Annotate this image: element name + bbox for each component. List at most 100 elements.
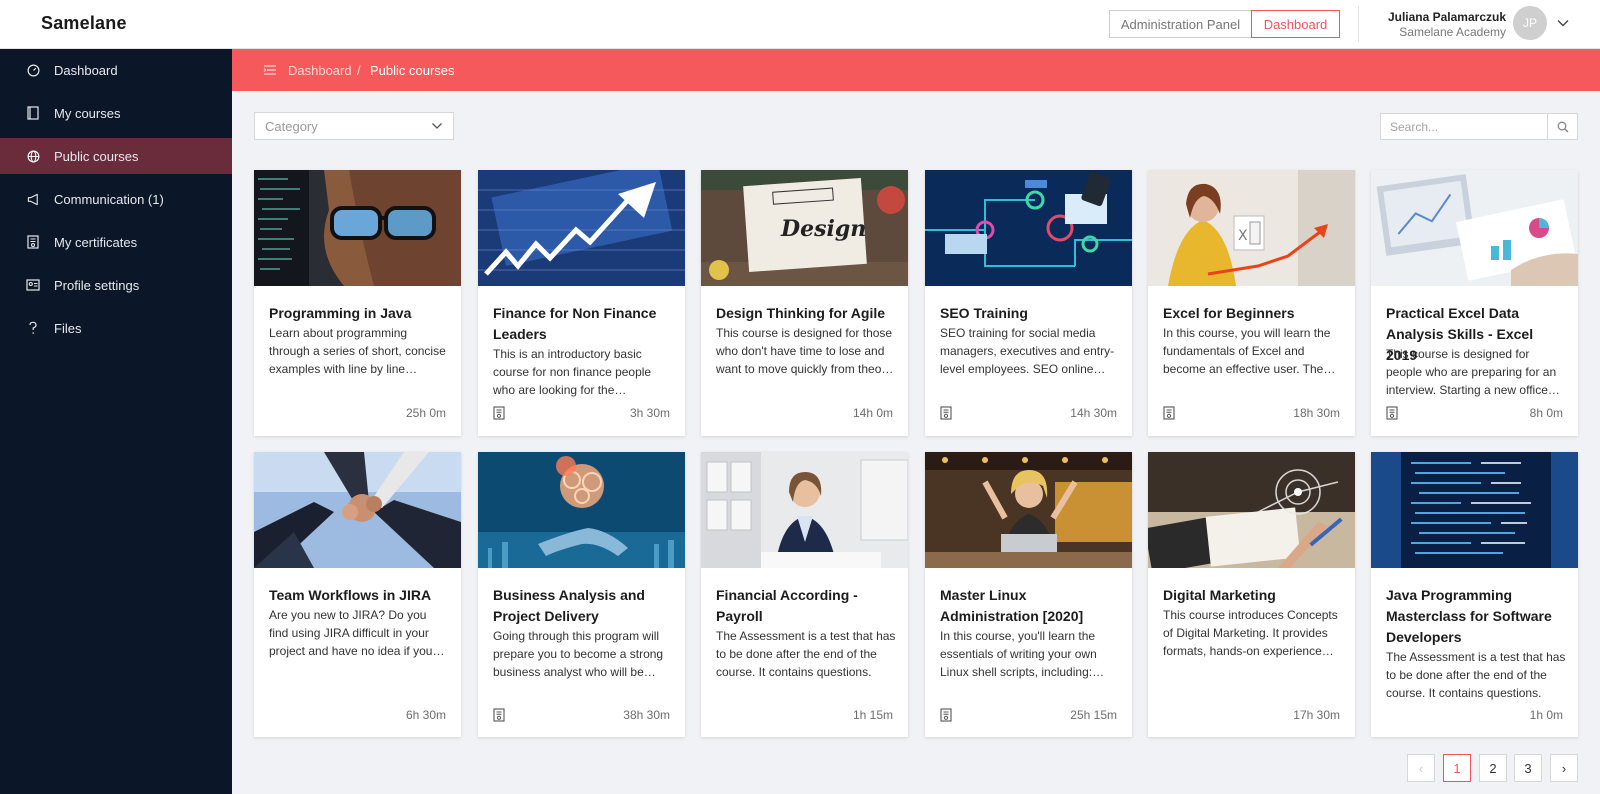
course-duration: 14h 30m (1070, 406, 1117, 420)
course-card[interactable]: Business Analysis and Project Delivery G… (478, 452, 685, 737)
course-duration: 8h 0m (1529, 406, 1563, 420)
sidebar-item-profile-settings[interactable]: Profile settings (0, 267, 232, 303)
search-icon (1557, 121, 1568, 132)
course-description: In this course, you will learn the funda… (1163, 326, 1331, 376)
course-duration: 14h 0m (852, 406, 893, 420)
course-thumbnail (1148, 452, 1355, 568)
course-thumbnail (478, 452, 685, 568)
chevron-down-icon[interactable] (1556, 16, 1570, 30)
id-card-icon (26, 278, 40, 292)
dashboard-button[interactable]: Dashboard (1251, 10, 1340, 38)
course-card[interactable]: Financial According - Payroll The Assess… (701, 452, 908, 737)
course-duration: 1h 15m (852, 708, 893, 722)
user-name[interactable]: Juliana Palamarczuk (1388, 10, 1506, 24)
course-card[interactable]: Finance for Non Finance Leaders This is … (478, 170, 685, 436)
pagination-page-1[interactable]: 1 (1443, 754, 1471, 782)
course-duration: 18h 30m (1293, 406, 1340, 420)
dashboard-icon (26, 63, 40, 77)
course-title[interactable]: Excel for Beginners (1163, 303, 1343, 324)
course-thumbnail (701, 452, 908, 568)
course-card[interactable]: Master Linux Administration [2020] In th… (925, 452, 1132, 737)
course-thumbnail (1371, 452, 1578, 568)
pagination-page-2[interactable]: 2 (1479, 754, 1507, 782)
pagination-prev-button[interactable]: ‹ (1407, 754, 1435, 782)
user-organization: Samelane Academy (1399, 25, 1506, 39)
course-title[interactable]: Java Programming Masterclass for Softwar… (1386, 585, 1566, 648)
certificate-icon (26, 235, 40, 249)
course-title[interactable]: Financial According - Payroll (716, 585, 896, 627)
course-title[interactable]: Digital Marketing (1163, 585, 1343, 606)
sidebar-item-communication[interactable]: Communication (1) (0, 181, 232, 217)
svg-text:Design: Design (780, 216, 866, 242)
course-card[interactable]: Java Programming Masterclass for Softwar… (1371, 452, 1578, 737)
sidebar-item-files[interactable]: Files (0, 310, 232, 346)
course-description: The Assessment is a test that has to be … (716, 629, 896, 679)
chevron-down-icon (432, 123, 442, 129)
category-placeholder: Category (265, 118, 318, 134)
sidebar-item-label: Profile settings (54, 278, 140, 293)
course-title[interactable]: Master Linux Administration [2020] (940, 585, 1120, 627)
course-thumbnail (254, 170, 461, 286)
course-duration: 25h 15m (1070, 708, 1117, 722)
certificate-icon (1163, 406, 1175, 420)
sidebar-item-label: Public courses (54, 149, 139, 164)
course-card[interactable]: SEO Training SEO training for social med… (925, 170, 1132, 436)
course-card[interactable]: Programming in Java Learn about programm… (254, 170, 461, 436)
course-title[interactable]: Finance for Non Finance Leaders (493, 303, 673, 345)
sidebar-item-my-certificates[interactable]: My certificates (0, 224, 232, 260)
breadcrumb-current: Public courses (370, 63, 455, 78)
sidebar-item-label: Dashboard (54, 63, 118, 78)
sidebar-item-dashboard[interactable]: Dashboard (0, 52, 232, 88)
course-card[interactable]: Team Workflows in JIRA Are you new to JI… (254, 452, 461, 737)
certificate-icon (493, 708, 505, 722)
course-thumbnail: Design (701, 170, 908, 286)
course-thumbnail (478, 170, 685, 286)
search-input[interactable] (1380, 113, 1548, 140)
course-thumbnail (254, 452, 461, 568)
breadcrumb-separator: / (357, 63, 361, 78)
course-thumbnail (1371, 170, 1578, 286)
certificate-icon (1386, 406, 1398, 420)
menu-icon[interactable] (263, 63, 277, 77)
sidebar-item-public-courses[interactable]: Public courses (0, 138, 232, 174)
course-duration: 17h 30m (1293, 708, 1340, 722)
certificate-icon (940, 406, 952, 420)
pagination-next-button[interactable]: › (1550, 754, 1578, 782)
course-thumbnail: X (1148, 170, 1355, 286)
course-description: SEO training for social media managers, … (940, 326, 1115, 376)
administration-panel-button[interactable]: Administration Panel (1109, 10, 1252, 38)
course-duration: 25h 0m (405, 406, 446, 420)
top-bar: Samelane Administration Panel Dashboard … (0, 0, 1600, 49)
course-duration: 6h 30m (405, 708, 446, 722)
course-description: This is an introductory basic course for… (493, 347, 652, 397)
category-select[interactable]: Category (254, 112, 454, 140)
course-title[interactable]: Team Workflows in JIRA (269, 585, 449, 606)
course-card[interactable]: Design Design Thinking for Agile This co… (701, 170, 908, 436)
breadcrumb-dashboard-link[interactable]: Dashboard (288, 63, 352, 78)
course-description: This course is designed for people who a… (1386, 347, 1557, 397)
course-card[interactable]: X Excel for Beginners In this course, yo… (1148, 170, 1355, 436)
sidebar-item-label: Files (54, 321, 82, 336)
course-title[interactable]: Design Thinking for Agile (716, 303, 896, 324)
sidebar-item-my-courses[interactable]: My courses (0, 95, 232, 131)
course-description: The Assessment is a test that has to be … (1386, 650, 1566, 700)
pagination-page-3[interactable]: 3 (1514, 754, 1542, 782)
sidebar-item-label: My certificates (54, 235, 138, 250)
course-card[interactable]: Practical Excel Data Analysis Skills - E… (1371, 170, 1578, 436)
course-description: This course introduces Concepts of Digit… (1163, 608, 1338, 658)
app-logo[interactable]: Samelane (41, 13, 127, 34)
globe-icon (26, 149, 40, 163)
course-description: Are you new to JIRA? Do you find using J… (269, 608, 433, 658)
book-icon (26, 106, 40, 120)
avatar[interactable]: JP (1513, 6, 1547, 40)
course-description: Learn about programming through a series… (269, 326, 446, 376)
course-title[interactable]: Programming in Java (269, 303, 449, 324)
course-title[interactable]: SEO Training (940, 303, 1120, 324)
svg-text:X: X (1238, 228, 1248, 244)
course-card[interactable]: Digital Marketing This course introduces… (1148, 452, 1355, 737)
course-title[interactable]: Business Analysis and Project Delivery (493, 585, 673, 627)
sidebar-item-label: My courses (54, 106, 121, 121)
certificate-icon (493, 406, 505, 420)
question-icon (26, 321, 40, 335)
search-button[interactable] (1547, 113, 1578, 140)
